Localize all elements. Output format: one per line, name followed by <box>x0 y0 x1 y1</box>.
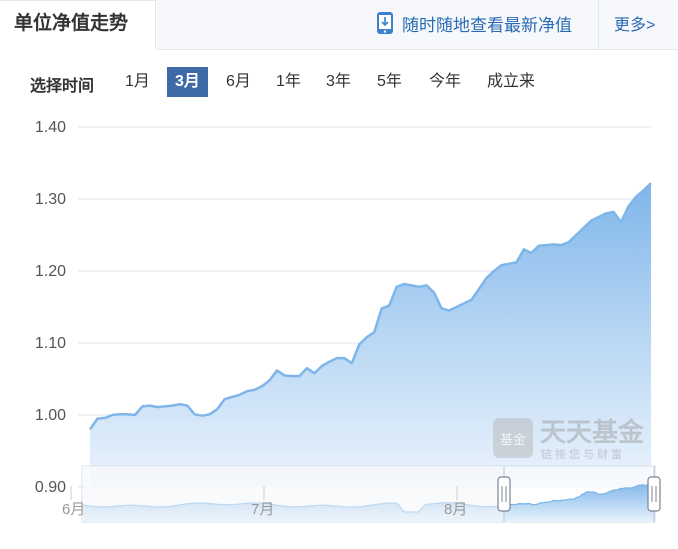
y-tick-label: 1.20 <box>35 263 66 280</box>
navigator-month-label: 7月 <box>251 501 274 518</box>
watermark-name: 天天基金 <box>540 417 645 448</box>
range-navigator[interactable]: 6月 7月 8月 <box>62 465 661 523</box>
nav-area-chart: 1.40 1.30 1.20 1.10 1.00 0.90 基金 天天基金 链接… <box>35 119 661 523</box>
navigator-month-label: 6月 <box>62 501 85 518</box>
y-axis-labels: 1.40 1.30 1.20 1.10 1.00 0.90 <box>35 119 66 496</box>
navigator-unselected-mask <box>82 466 504 522</box>
navigator-right-handle[interactable] <box>647 476 661 512</box>
watermark-slogan: 链接您与财富 <box>541 447 625 461</box>
y-tick-label: 1.40 <box>35 119 66 136</box>
y-tick-label: 0.90 <box>35 479 66 496</box>
y-tick-label: 1.10 <box>35 335 66 352</box>
y-tick-label: 1.00 <box>35 407 66 424</box>
watermark-badge: 基金 <box>500 432 526 448</box>
y-tick-label: 1.30 <box>35 191 66 208</box>
watermark: 基金 天天基金 链接您与财富 <box>493 417 645 461</box>
navigator-month-label: 8月 <box>444 501 467 518</box>
navigator-left-handle[interactable] <box>497 476 511 512</box>
